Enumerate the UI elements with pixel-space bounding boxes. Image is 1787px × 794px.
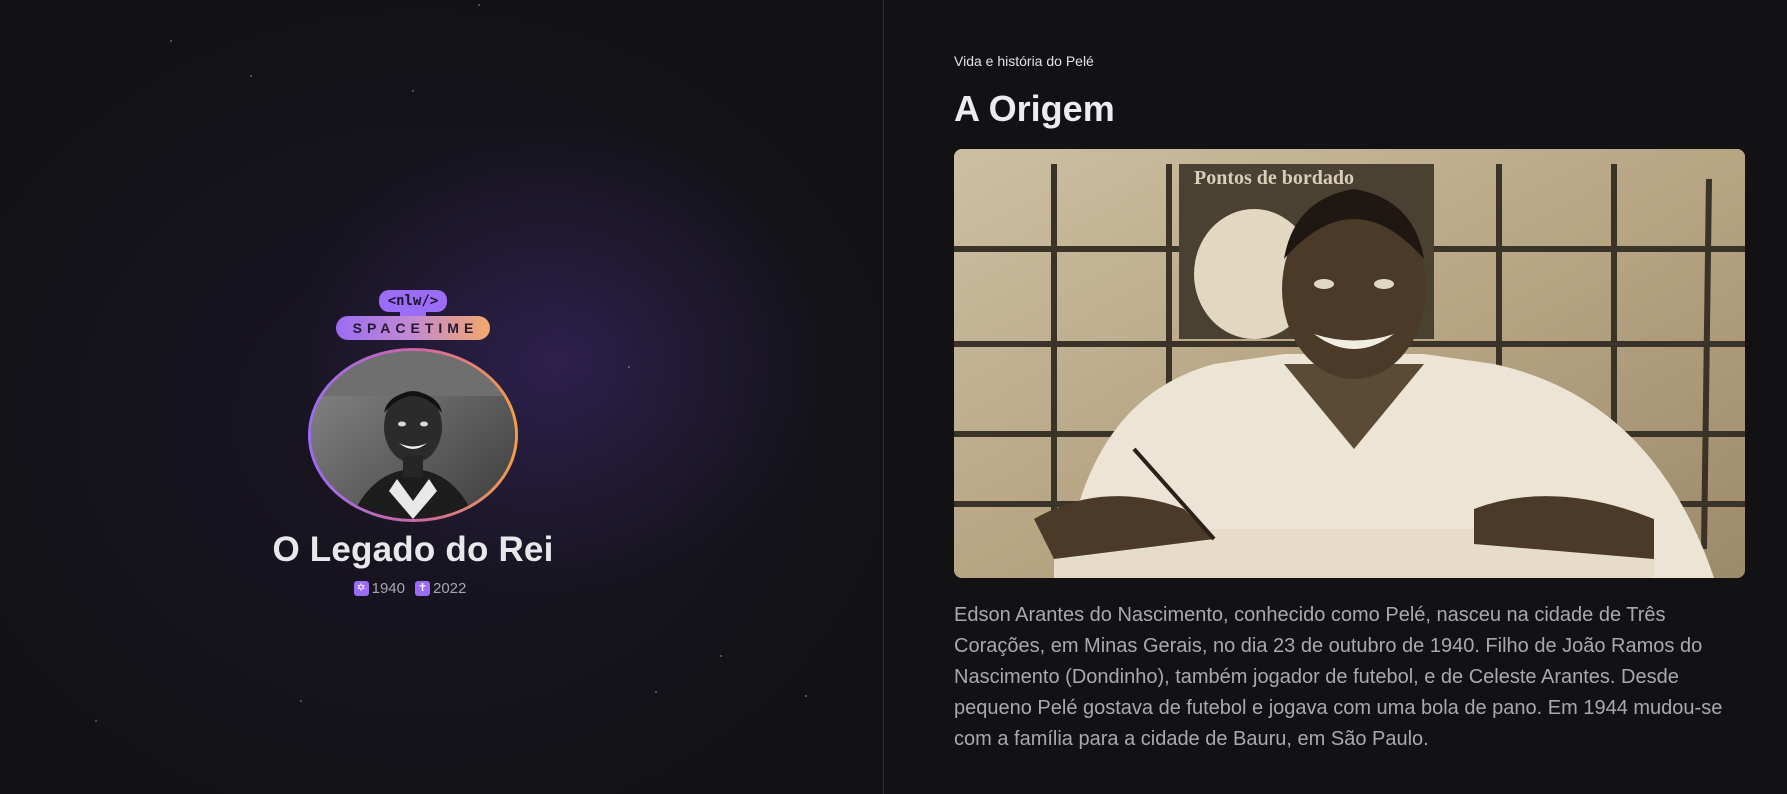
memory-body: Edson Arantes do Nascimento, conhecido c… — [954, 604, 1723, 750]
death-date: ✝ 2022 — [415, 580, 466, 597]
cross-icon: ✝ — [415, 581, 430, 596]
memory-photo: Pontos de bordado — [954, 149, 1745, 578]
hero: <nlw/> SPACETIME O Legado do Rei ✡ 1940 … — [0, 290, 826, 597]
page: <nlw/> SPACETIME O Legado do Rei ✡ 1940 … — [0, 0, 1787, 794]
avatar-photo — [311, 351, 515, 519]
avatar — [311, 351, 515, 519]
breadcrumb: Vida e história do Pelé — [954, 53, 1094, 69]
memory-panel: Vida e história do Pelé A Origem Pontos … — [954, 0, 1746, 794]
nlw-spacetime-logo: <nlw/> SPACETIME — [335, 290, 491, 340]
death-year: 2022 — [433, 580, 467, 597]
avatar-ring — [308, 348, 518, 522]
memory-heading: A Origem — [954, 88, 1115, 129]
logo-word: SPACETIME — [335, 316, 491, 340]
birth-date: ✡ 1940 — [353, 580, 405, 597]
panel-divider — [883, 0, 884, 794]
logo-tag: <nlw/> — [378, 290, 448, 312]
left-panel: <nlw/> SPACETIME O Legado do Rei ✡ 1940 … — [0, 0, 883, 794]
star-icon: ✡ — [353, 581, 369, 596]
photo-sign-text: Pontos de bordado — [1194, 167, 1354, 189]
memory-photo-image: Pontos de bordado — [954, 149, 1745, 578]
page-title: O Legado do Rei — [272, 530, 554, 569]
birth-year: 1940 — [371, 580, 405, 597]
life-dates: ✡ 1940 ✝ 2022 — [353, 580, 473, 597]
